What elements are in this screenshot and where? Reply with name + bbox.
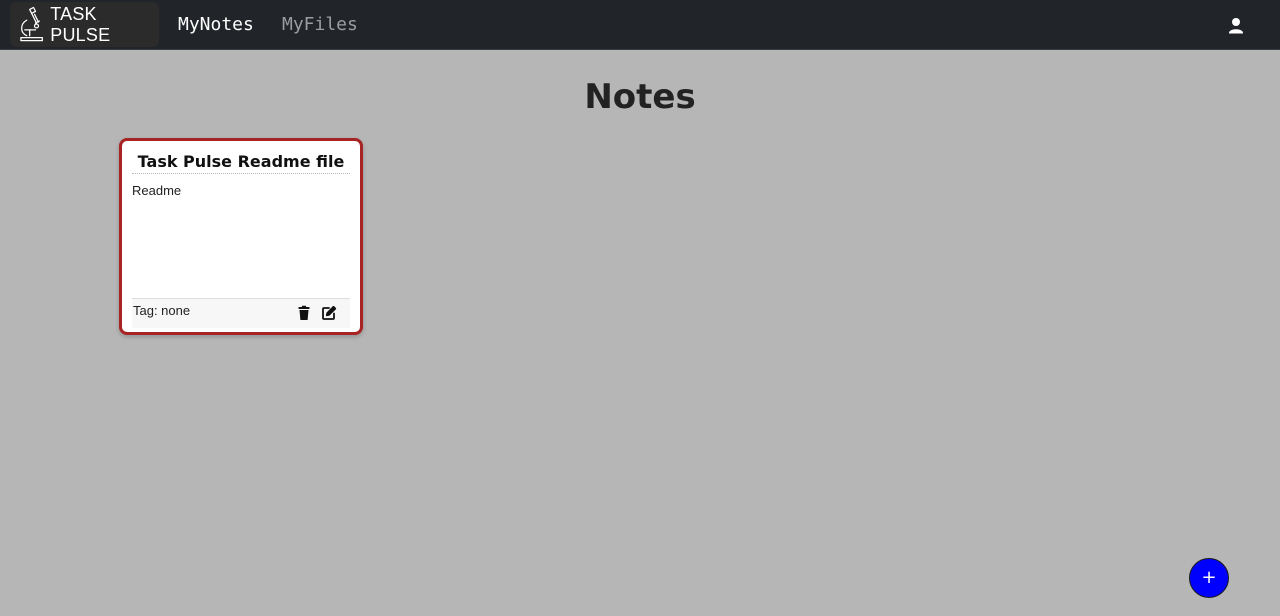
delete-note-button[interactable] <box>296 305 312 321</box>
user-menu-button[interactable] <box>1226 15 1246 37</box>
nav-link-myfiles[interactable]: MyFiles <box>282 13 358 37</box>
nav-link-mynotes[interactable]: MyNotes <box>178 13 254 37</box>
brand-home-link[interactable]: TASK PULSE <box>10 2 159 47</box>
note-title: Task Pulse Readme file <box>132 151 350 174</box>
note-card: Task Pulse Readme file Readme Tag: none <box>119 138 363 335</box>
note-tag: Tag: none <box>133 303 191 318</box>
microscope-icon <box>20 6 43 41</box>
edit-icon <box>322 305 337 320</box>
user-icon <box>1229 18 1243 34</box>
add-note-button[interactable]: + <box>1189 558 1229 598</box>
page-title: Notes <box>584 77 696 117</box>
brand-name: TASK PULSE <box>50 3 111 45</box>
trash-icon <box>298 305 310 320</box>
edit-note-button[interactable] <box>321 305 337 321</box>
note-footer: Tag: none <box>132 298 350 328</box>
note-body: Readme <box>132 183 182 198</box>
top-navbar: TASK PULSE MyNotes MyFiles <box>0 0 1280 50</box>
